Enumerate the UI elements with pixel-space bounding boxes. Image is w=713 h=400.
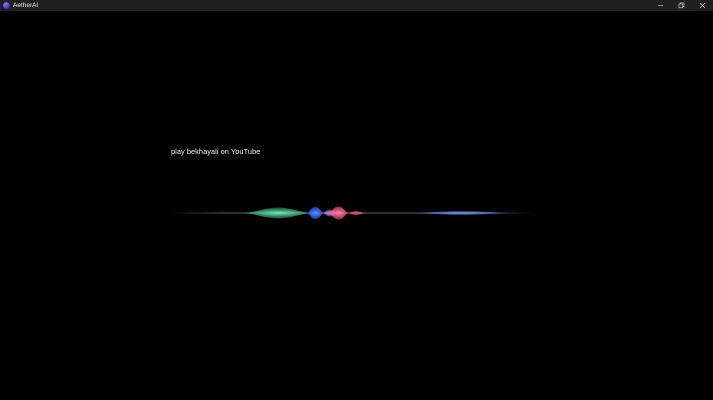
title-bar[interactable]: AetherAI (0, 0, 713, 11)
voice-transcript: play bekhayali on YouTube (171, 147, 261, 156)
waveform-pink-tail (346, 211, 368, 215)
assistant-window: AetherAI play bekhayali on YouTube (0, 0, 713, 400)
waveform-green-wave (240, 207, 316, 219)
maximize-button[interactable] (671, 0, 692, 11)
app-logo-icon (3, 2, 10, 9)
minimize-icon (658, 5, 663, 6)
restore-icon (678, 2, 685, 9)
waveform-light-blue-wave (406, 210, 518, 216)
window-title: AetherAI (13, 2, 39, 9)
close-button[interactable] (692, 0, 713, 11)
voice-waveform (170, 206, 535, 220)
minimize-button[interactable] (650, 0, 671, 11)
window-controls (650, 0, 713, 11)
close-icon (699, 2, 706, 9)
